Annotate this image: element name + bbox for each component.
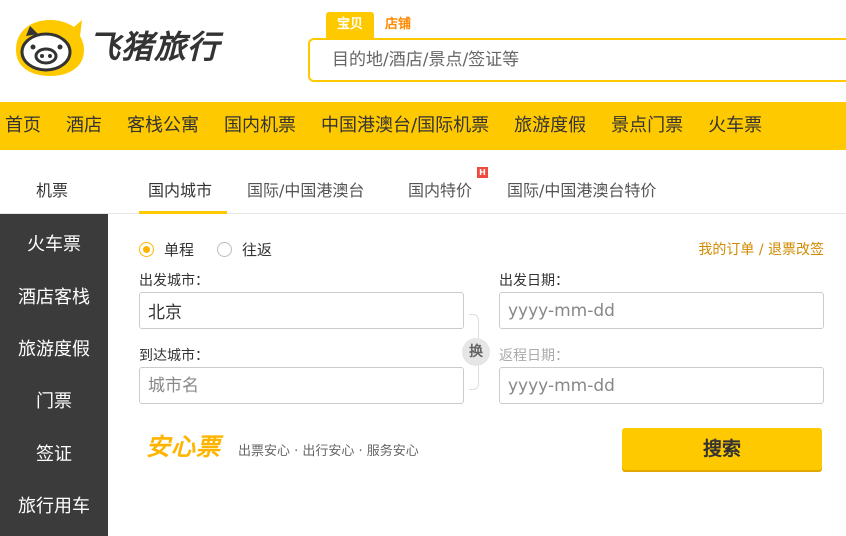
search-input[interactable] <box>332 40 832 80</box>
swap-cities-button[interactable]: 换 <box>462 338 490 366</box>
depart-date-label: 出发日期： <box>499 273 569 289</box>
nav-item-tickets[interactable]: 景点门票 <box>599 102 696 150</box>
sidebar: 火车票 酒店客栈 旅游度假 门票 签证 旅行用车 <box>0 214 108 536</box>
sidebar-item-vacation[interactable]: 旅游度假 <box>0 335 108 361</box>
hot-badge: H <box>477 167 488 178</box>
nav-item-hotel[interactable]: 酒店 <box>54 102 115 150</box>
arrive-city-input[interactable] <box>140 368 463 403</box>
sidebar-item-train[interactable]: 火车票 <box>0 230 108 256</box>
search-button[interactable]: 搜索 <box>622 428 822 470</box>
return-date-input[interactable] <box>500 368 823 403</box>
nav-item-intl-flights[interactable]: 中国港澳台/国际机票 <box>309 102 502 150</box>
pig-logo-icon[interactable] <box>8 14 88 78</box>
depart-city-field <box>139 292 464 329</box>
radio-one-way[interactable]: 单程 <box>139 239 194 260</box>
flight-search-form: 单程 往返 我的订单 / 退票改签 出发城市： 到达城市： 换 出发日期： 返程… <box>108 214 846 536</box>
depart-city-label: 出发城市： <box>139 273 209 289</box>
tab-intl[interactable]: 国际/中国港澳台 <box>247 177 364 201</box>
brand-name[interactable]: 飞猪旅行 <box>88 22 220 68</box>
depart-city-input[interactable] <box>140 293 463 328</box>
header: 飞猪旅行 宝贝 店铺 <box>0 0 846 102</box>
arrive-city-field <box>139 367 464 404</box>
radio-round-trip[interactable]: 往返 <box>217 239 272 260</box>
search-tabs: 宝贝 店铺 <box>326 12 422 38</box>
nav-item-inn[interactable]: 客栈公寓 <box>115 102 212 150</box>
radio-unchecked-icon[interactable] <box>217 242 232 257</box>
radio-round-trip-label: 往返 <box>242 241 273 259</box>
return-date-field <box>499 367 824 404</box>
tab-domestic-special[interactable]: 国内特价 <box>408 177 472 201</box>
subnav-category: 机票 <box>36 181 69 200</box>
sidebar-item-car[interactable]: 旅行用车 <box>0 492 108 518</box>
nav-item-home[interactable]: 首页 <box>0 102 54 150</box>
anxin-description: 出票安心 · 出行安心 · 服务安心 <box>238 444 419 459</box>
depart-date-input[interactable] <box>500 293 823 328</box>
anxin-logo: 安心票 <box>146 433 221 461</box>
sidebar-item-tickets[interactable]: 门票 <box>0 387 108 413</box>
arrive-city-label: 到达城市： <box>139 348 209 364</box>
sidebar-item-hotel[interactable]: 酒店客栈 <box>0 283 108 309</box>
tab-domestic-city[interactable]: 国内城市 <box>148 177 212 201</box>
nav-item-domestic-flights[interactable]: 国内机票 <box>212 102 309 150</box>
depart-date-field <box>499 292 824 329</box>
nav-item-vacation[interactable]: 旅游度假 <box>502 102 599 150</box>
sidebar-item-visa[interactable]: 签证 <box>0 440 108 466</box>
search-tab-items[interactable]: 宝贝 <box>326 12 375 38</box>
radio-checked-icon[interactable] <box>139 242 154 257</box>
radio-one-way-label: 单程 <box>164 241 195 259</box>
nav-item-train[interactable]: 火车票 <box>696 102 775 150</box>
return-date-label: 返程日期： <box>499 348 569 364</box>
main-nav: 首页 酒店 客栈公寓 国内机票 中国港澳台/国际机票 旅游度假 景点门票 火车票 <box>0 102 846 150</box>
search-box <box>308 38 846 82</box>
my-orders-link[interactable]: 我的订单 / 退票改签 <box>698 239 824 259</box>
subnav: 机票 国内城市 国际/中国港澳台 国内特价 国际/中国港澳台特价 <box>0 150 846 214</box>
search-tab-shops[interactable]: 店铺 <box>374 12 422 38</box>
tab-intl-special[interactable]: 国际/中国港澳台特价 <box>507 177 656 201</box>
